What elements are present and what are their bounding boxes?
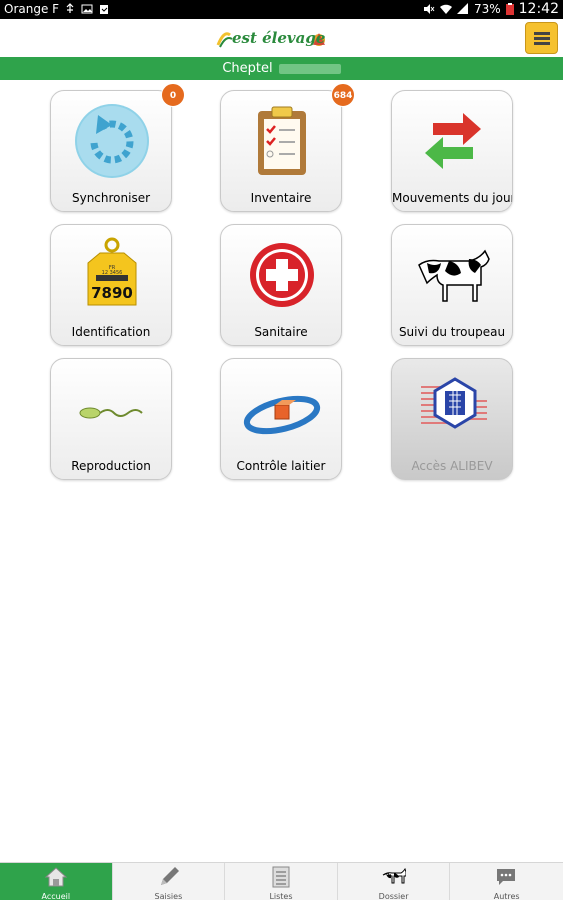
pencil-icon	[160, 867, 179, 885]
signal-icon	[456, 3, 468, 14]
tile-label: Suivi du troupeau	[398, 325, 506, 339]
tag-code: 12 3456	[102, 270, 123, 276]
nav-label: Autres	[493, 892, 520, 900]
tile-label: Inventaire	[250, 191, 312, 205]
battery-percent: 73%	[473, 2, 501, 16]
tag-number: 7890	[91, 284, 133, 302]
hamburger-line	[534, 42, 550, 45]
ear-tag-icon: FR 12 3456 7890	[87, 237, 137, 306]
tile-label: Mouvements du jour	[392, 191, 512, 205]
carrier-name: Orange F	[4, 2, 60, 16]
hamburger-menu-icon	[534, 32, 550, 35]
transfer-arrows-icon	[425, 113, 481, 169]
tile-reproduction[interactable]: Reproduction	[50, 358, 172, 480]
sync-badge: 0	[161, 83, 185, 107]
clipboard-icon	[100, 5, 109, 14]
status-bar: Orange F 73% 12:42	[0, 0, 563, 19]
home-icon	[44, 867, 68, 887]
nav-listes[interactable]: Listes	[225, 863, 338, 900]
app-logo: est élevage	[216, 25, 331, 53]
list-icon	[272, 866, 290, 888]
nav-dossier[interactable]: Dossier	[338, 863, 451, 900]
nav-saisies[interactable]: Saisies	[113, 863, 226, 900]
cow-icon	[418, 249, 490, 302]
tile-label: Contrôle laitier	[236, 459, 326, 473]
clipboard-checklist-icon	[258, 106, 306, 175]
usb-icon	[66, 3, 74, 13]
inventaire-badge: 684	[331, 83, 355, 107]
cheptel-bar: Cheptel	[0, 57, 563, 80]
tile-acces-alibev[interactable]: Accès ALIBEV	[391, 358, 513, 480]
sperm-icon	[79, 407, 143, 419]
battery-icon	[505, 3, 514, 15]
tile-suivi-du-troupeau[interactable]: Suivi du troupeau	[391, 224, 513, 346]
chat-bubble-icon	[497, 869, 516, 885]
tile-controle-laitier[interactable]: Contrôle laitier	[220, 358, 342, 480]
tile-label: Accès ALIBEV	[411, 459, 493, 473]
nav-label: Accueil	[41, 892, 71, 900]
cheptel-label: Cheptel	[222, 61, 273, 76]
app-bar: est élevage	[0, 19, 563, 57]
tile-sanitaire[interactable]: Sanitaire	[220, 224, 342, 346]
clock: 12:42	[518, 1, 559, 17]
milk-control-icon	[243, 395, 321, 435]
nav-label: Dossier	[378, 892, 409, 900]
nav-autres[interactable]: Autres	[450, 863, 563, 900]
cow-icon	[382, 867, 406, 884]
sync-icon	[75, 104, 149, 178]
mute-icon	[423, 4, 435, 14]
tile-mouvements-du-jour[interactable]: Mouvements du jour	[391, 90, 513, 212]
image-icon	[81, 4, 93, 14]
red-cross-icon	[250, 243, 314, 307]
menu-button[interactable]	[525, 22, 558, 54]
wifi-icon	[439, 4, 452, 14]
tile-inventaire[interactable]: Inventaire	[220, 90, 342, 212]
nav-label: Listes	[269, 892, 293, 900]
tile-identification[interactable]: FR 12 3456 7890 Identification	[50, 224, 172, 346]
redacted-cheptel-name	[278, 63, 341, 74]
tile-synchroniser[interactable]: Synchroniser	[50, 90, 172, 212]
bottom-navigation: Accueil Saisies Listes Dossier Autres	[0, 862, 563, 900]
alibev-logo-icon	[421, 377, 487, 429]
logo-text: est élevage	[232, 29, 326, 47]
nav-label: Saisies	[154, 892, 183, 900]
tile-label: Synchroniser	[71, 191, 151, 205]
nav-accueil[interactable]: Accueil	[0, 863, 113, 900]
tile-label: Identification	[71, 325, 151, 339]
hamburger-line	[534, 37, 550, 40]
tile-label: Sanitaire	[254, 325, 308, 339]
tile-label: Reproduction	[71, 459, 151, 473]
